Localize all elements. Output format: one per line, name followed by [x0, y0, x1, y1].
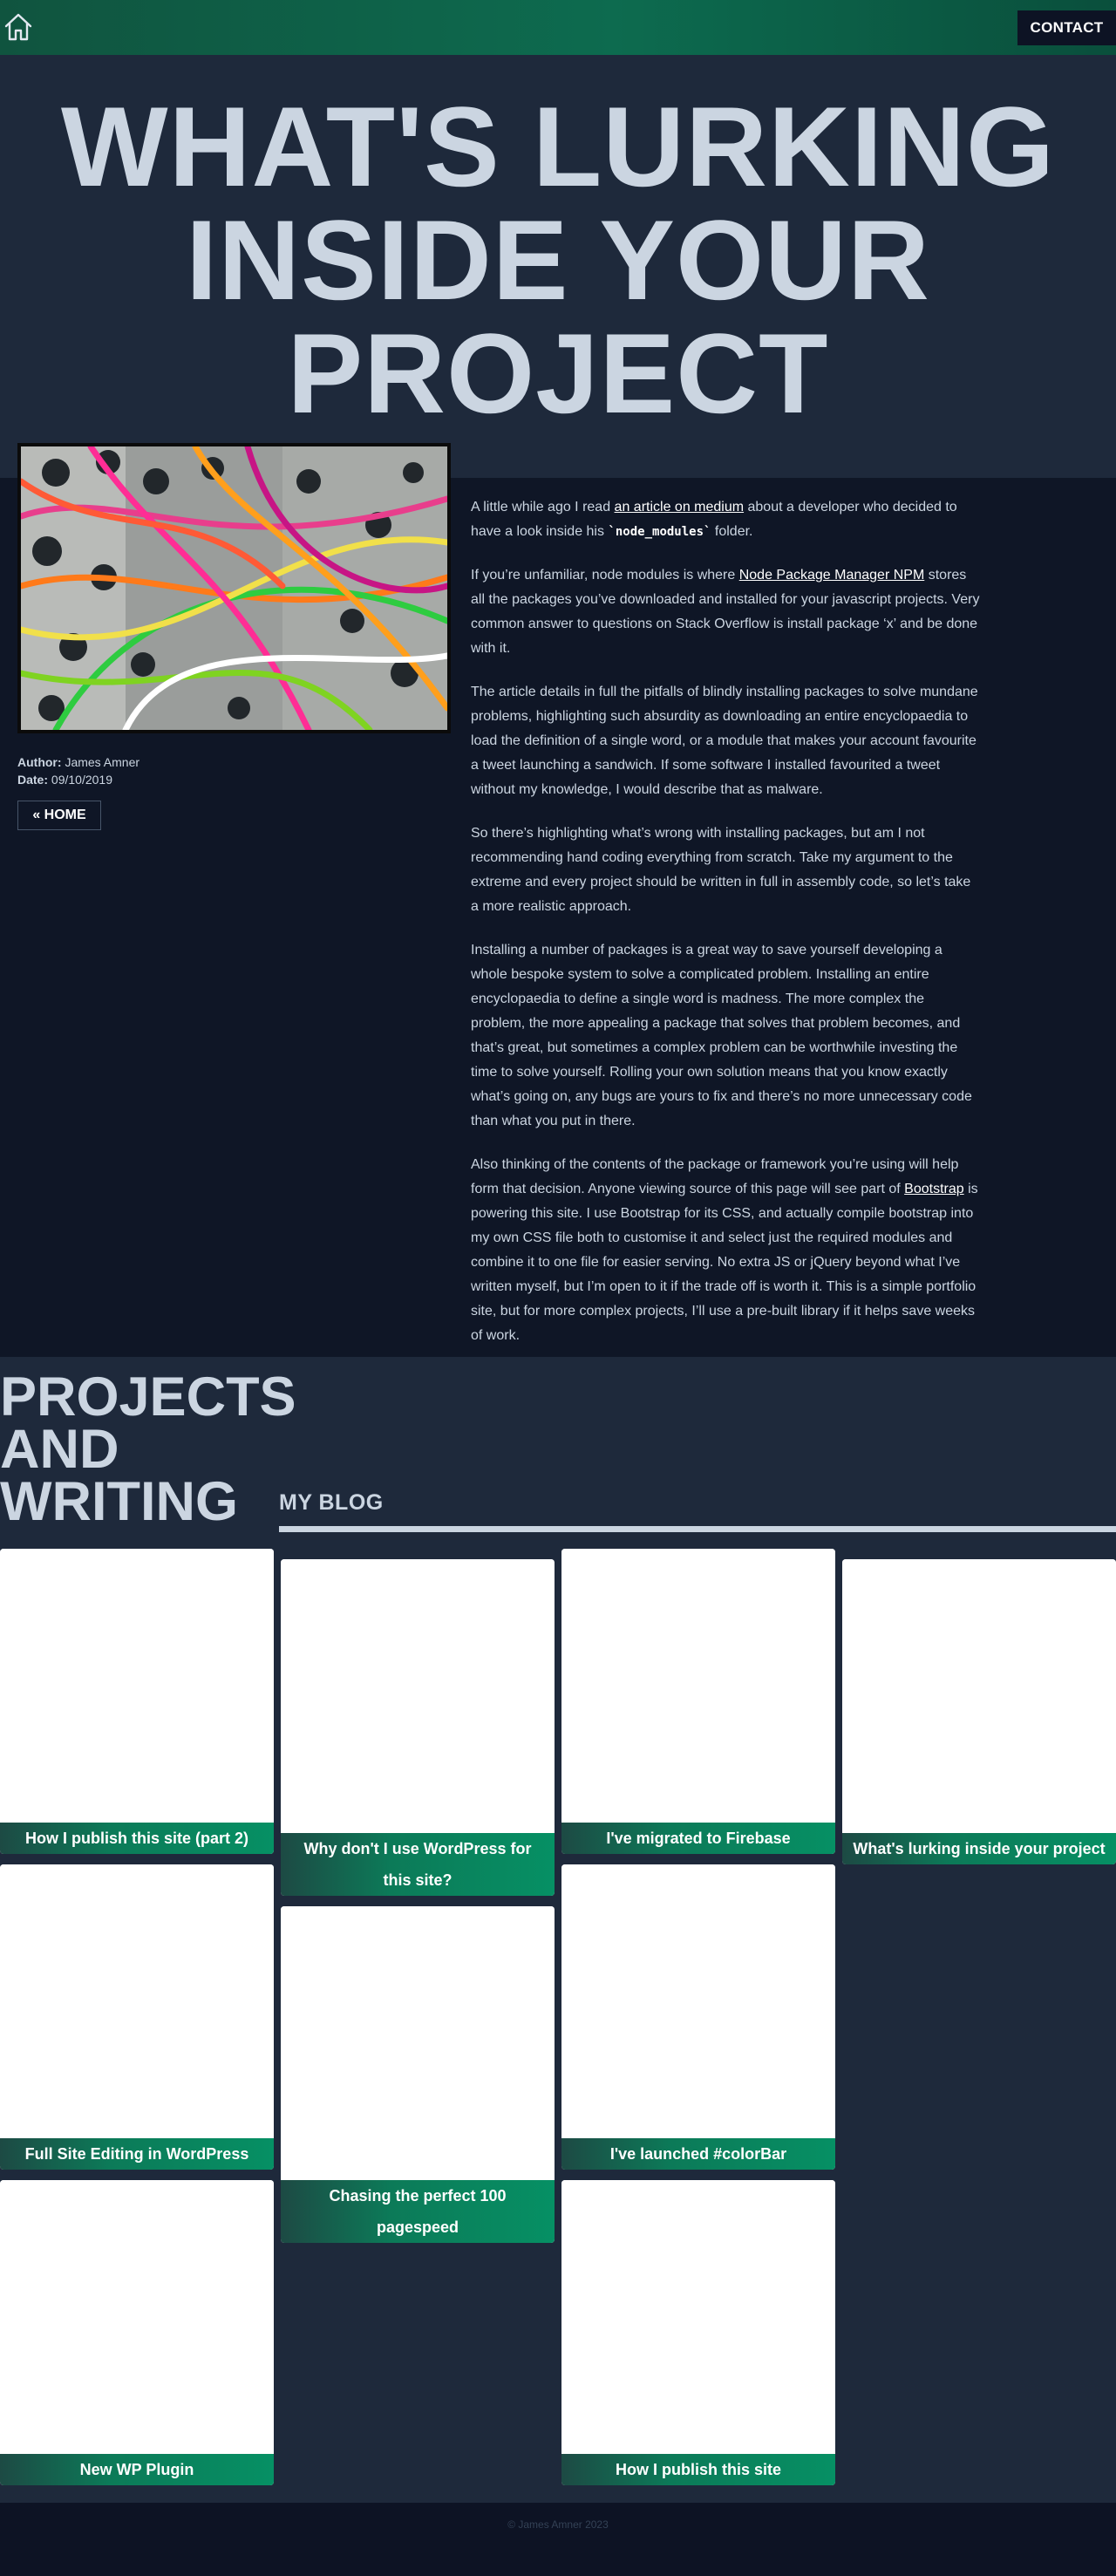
npm-link[interactable]: Node Package Manager NPM	[739, 568, 925, 583]
date-label: Date:	[17, 773, 49, 787]
projects-title-line: AND	[0, 1419, 119, 1480]
card-title: Full Site Editing in WordPress	[0, 2138, 274, 2170]
text: A little while ago I read	[471, 500, 615, 515]
page-title: WHAT'S LURKING INSIDE YOUR PROJECT	[60, 83, 1056, 437]
blog-card[interactable]: What's lurking inside your project	[842, 1559, 1116, 1864]
blog-card[interactable]: How I publish this site	[561, 2180, 835, 2485]
home-icon[interactable]	[2, 10, 35, 44]
card-thumbnail	[561, 2180, 835, 2454]
projects-section: PROJECTS AND WRITING MY BLOG How I publi…	[0, 1357, 1116, 2503]
text: If you’re unfamiliar, node modules is wh…	[471, 568, 739, 583]
copyright: © James Amner 2023	[507, 2518, 609, 2531]
text: folder.	[711, 524, 753, 539]
projects-title: PROJECTS AND WRITING	[0, 1366, 296, 1532]
blog-card[interactable]: Why don't I use WordPress for this site?	[281, 1559, 555, 1896]
paragraph-3: The article details in full the pitfalls…	[471, 685, 978, 797]
card-thumbnail	[561, 1864, 835, 2138]
back-home-button[interactable]: « HOME	[17, 801, 101, 830]
author-line: Author: James Amner	[17, 753, 140, 771]
paragraph-2: If you’re unfamiliar, node modules is wh…	[471, 563, 982, 661]
paragraph-4: So there’s highlighting what’s wrong wit…	[471, 826, 971, 914]
paragraph-5: Installing a number of packages is a gre…	[471, 943, 972, 1128]
article-image-patch-cables	[17, 443, 451, 733]
hero: WHAT'S LURKING INSIDE YOUR PROJECT	[0, 55, 1116, 478]
medium-article-link[interactable]: an article on medium	[615, 500, 745, 515]
article: Author: James Amner Date: 09/10/2019 « H…	[0, 443, 1116, 1357]
blog-card[interactable]: Chasing the perfect 100 pagespeed	[281, 1906, 555, 2243]
card-title: How I publish this site	[561, 2454, 835, 2485]
blog-card[interactable]: I've migrated to Firebase	[561, 1549, 835, 1854]
blog-card[interactable]: Full Site Editing in WordPress	[0, 1864, 274, 2170]
card-thumbnail	[281, 1906, 555, 2180]
bootstrap-link[interactable]: Bootstrap	[904, 1182, 963, 1196]
footer: © James Amner 2023	[0, 2503, 1116, 2576]
projects-title-line: WRITING	[0, 1471, 238, 1532]
card-thumbnail	[0, 1864, 274, 2138]
blog-card[interactable]: How I publish this site (part 2)	[0, 1549, 274, 1854]
article-meta: Author: James Amner Date: 09/10/2019	[17, 753, 140, 788]
text: is powering this site. I use Bootstrap f…	[471, 1182, 978, 1343]
blog-card[interactable]: New WP Plugin	[0, 2180, 274, 2485]
card-title: How I publish this site (part 2)	[0, 1823, 274, 1854]
blog-heading: MY BLOG	[279, 1490, 384, 1515]
blog-header: MY BLOG	[279, 1489, 1116, 1532]
blog-divider	[279, 1526, 1116, 1532]
card-thumbnail	[561, 1549, 835, 1823]
contact-button[interactable]: CONTACT	[1017, 10, 1116, 45]
card-title: I've migrated to Firebase	[561, 1823, 835, 1854]
card-thumbnail	[0, 2180, 274, 2454]
card-thumbnail	[0, 1549, 274, 1823]
card-title: New WP Plugin	[0, 2454, 274, 2485]
author-name: James Amner	[65, 755, 140, 769]
card-thumbnail	[281, 1559, 555, 1833]
article-body: A little while ago I read an article on …	[471, 495, 982, 1367]
blog-card[interactable]: I've launched #colorBar	[561, 1864, 835, 2170]
card-title: Why don't I use WordPress for this site?	[281, 1833, 555, 1896]
card-title: I've launched #colorBar	[561, 2138, 835, 2170]
projects-title-line: PROJECTS	[0, 1366, 296, 1428]
author-label: Author:	[17, 755, 62, 769]
card-title: Chasing the perfect 100 pagespeed	[281, 2180, 555, 2243]
paragraph-6: Also thinking of the contents of the pac…	[471, 1153, 982, 1348]
date-value: 09/10/2019	[51, 773, 112, 787]
node-modules-code: `node_modules`	[608, 525, 711, 539]
paragraph-1: A little while ago I read an article on …	[471, 495, 982, 544]
text: Also thinking of the contents of the pac…	[471, 1157, 959, 1196]
card-title: What's lurking inside your project	[842, 1833, 1116, 1864]
card-thumbnail	[842, 1559, 1116, 1833]
date-line: Date: 09/10/2019	[17, 771, 140, 788]
top-nav: CONTACT	[0, 0, 1116, 55]
